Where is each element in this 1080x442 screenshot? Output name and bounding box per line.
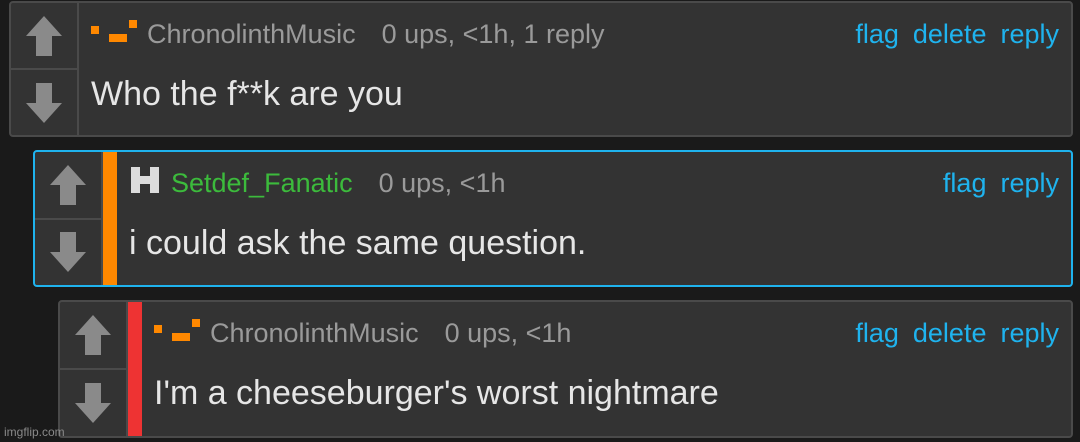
vote-column: [35, 152, 103, 285]
comment-meta: ChronolinthMusic 0 ups, <1h flag delete …: [154, 314, 1059, 352]
downvote-button[interactable]: [35, 220, 101, 286]
h-block-icon: [129, 165, 161, 202]
watermark: imgflip.com: [4, 425, 65, 439]
downvote-button[interactable]: [60, 370, 126, 436]
comment-3: ChronolinthMusic 0 ups, <1h flag delete …: [58, 300, 1073, 438]
comment-actions: flag delete reply: [855, 318, 1059, 349]
username-link[interactable]: Setdef_Fanatic: [171, 168, 353, 199]
comment-stats: 0 ups, <1h: [444, 317, 572, 348]
reply-link[interactable]: reply: [1000, 168, 1059, 199]
upvote-button[interactable]: [11, 3, 77, 70]
down-arrow-icon: [50, 232, 86, 273]
flag-link[interactable]: flag: [855, 19, 899, 50]
vote-column: [11, 3, 79, 135]
comment-meta: Setdef_Fanatic 0 ups, <1h flag reply: [129, 164, 1059, 202]
comment-text: Who the f**k are you: [91, 75, 403, 113]
upvote-button[interactable]: [35, 152, 101, 220]
username-link[interactable]: ChronolinthMusic: [210, 318, 419, 349]
comment-2: Setdef_Fanatic 0 ups, <1h flag reply i c…: [33, 150, 1073, 287]
delete-link[interactable]: delete: [913, 19, 987, 50]
comment-1: ChronolinthMusic 0 ups, <1h, 1 reply fla…: [9, 1, 1073, 137]
orange-dash-icon: [91, 16, 137, 53]
comment-stats: 0 ups, <1h: [378, 167, 506, 198]
orange-dash-icon: [154, 315, 200, 352]
up-arrow-icon: [50, 164, 86, 205]
comment-body: ChronolinthMusic 0 ups, <1h, 1 reply fla…: [79, 3, 1071, 135]
comment-actions: flag reply: [943, 168, 1059, 199]
comment-body: ChronolinthMusic 0 ups, <1h flag delete …: [142, 302, 1071, 436]
reply-accent-bar: [103, 152, 117, 285]
up-arrow-icon: [75, 315, 111, 355]
down-arrow-icon: [75, 383, 111, 423]
comment-meta: ChronolinthMusic 0 ups, <1h, 1 reply fla…: [91, 15, 1059, 53]
vote-column: [60, 302, 128, 436]
flag-link[interactable]: flag: [855, 318, 899, 349]
comment-body: Setdef_Fanatic 0 ups, <1h flag reply i c…: [117, 152, 1071, 285]
delete-link[interactable]: delete: [913, 318, 987, 349]
flag-link[interactable]: flag: [943, 168, 987, 199]
comment-actions: flag delete reply: [855, 19, 1059, 50]
comment-text: i could ask the same question.: [129, 224, 587, 262]
username-link[interactable]: ChronolinthMusic: [147, 19, 356, 50]
reply-link[interactable]: reply: [1000, 318, 1059, 349]
reply-link[interactable]: reply: [1000, 19, 1059, 50]
upvote-button[interactable]: [60, 302, 126, 370]
comment-stats: 0 ups, <1h, 1 reply: [381, 18, 605, 49]
reply-accent-bar: [128, 302, 142, 436]
downvote-button[interactable]: [11, 70, 77, 135]
up-arrow-icon: [26, 15, 62, 56]
down-arrow-icon: [26, 82, 62, 123]
comment-text: I'm a cheeseburger's worst nightmare: [154, 374, 719, 412]
